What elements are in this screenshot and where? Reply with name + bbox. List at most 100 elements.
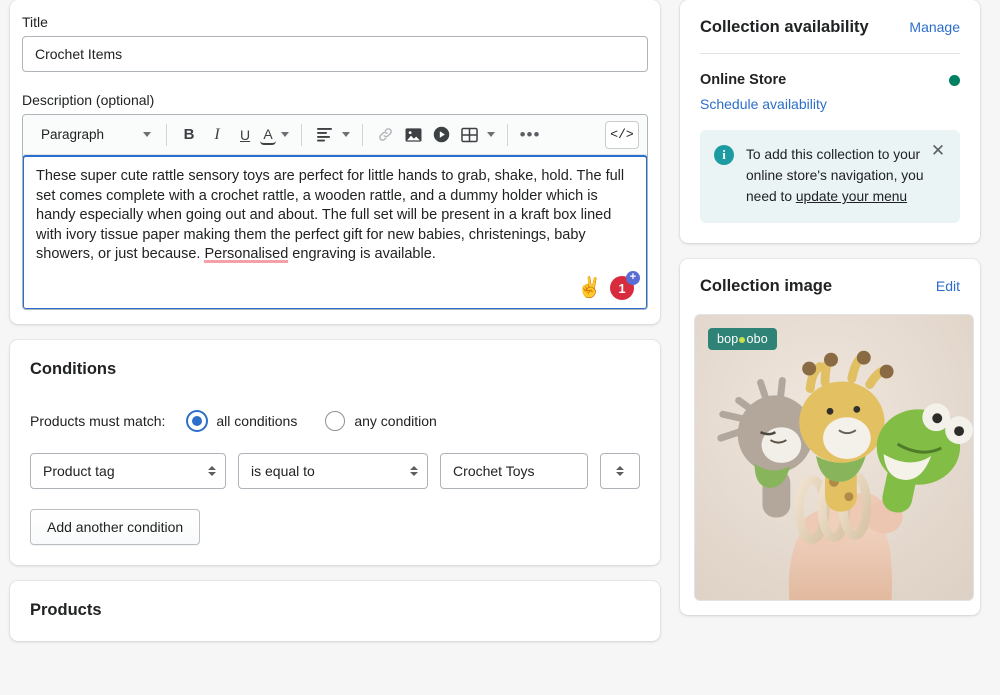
condition-value-input[interactable]: Crochet Toys xyxy=(440,453,589,489)
condition-field-value: Product tag xyxy=(43,463,115,479)
conditions-title: Conditions xyxy=(30,360,117,378)
description-text: These super cute rattle sensory toys are… xyxy=(36,167,634,265)
availability-header: Collection availability Manage xyxy=(700,18,960,37)
divider xyxy=(700,53,960,54)
products-card: Products xyxy=(10,581,660,641)
channel-name: Online Store xyxy=(700,72,787,88)
close-icon[interactable]: ✕ xyxy=(928,142,948,162)
editor-badges: ✌ 1 + xyxy=(577,271,640,300)
radio-all-conditions-label: all conditions xyxy=(216,413,298,429)
block-style-select[interactable]: Paragraph xyxy=(31,121,157,149)
misspelled-word: Personalised xyxy=(204,246,289,263)
radio-any-condition-label: any condition xyxy=(354,413,437,429)
align-dropdown[interactable] xyxy=(339,122,353,148)
notification-count: 1 xyxy=(618,280,626,296)
more-options-button[interactable]: ••• xyxy=(517,122,543,148)
radio-dot xyxy=(192,416,203,426)
products-title: Products xyxy=(30,601,102,619)
text-color-dropdown[interactable] xyxy=(278,122,292,148)
brand-dot-icon xyxy=(739,337,746,343)
brand-watermark: bop obo xyxy=(708,328,777,350)
notification-badge[interactable]: 1 + xyxy=(610,271,640,300)
radio-all-conditions-indicator xyxy=(187,411,208,431)
collection-image-thumbnail[interactable]: bop obo xyxy=(694,314,974,601)
banner-text: To add this collection to your online st… xyxy=(746,144,926,207)
title-field-block: Title xyxy=(22,12,648,72)
chevron-up-icon xyxy=(410,466,419,470)
brand-watermark-part1: bop xyxy=(717,332,739,346)
condition-value-text: Crochet Toys xyxy=(453,463,535,479)
chevron-down-icon xyxy=(208,472,216,476)
stepper-icon xyxy=(208,466,216,476)
divider xyxy=(301,123,302,146)
condition-value-stepper[interactable] xyxy=(600,453,640,489)
chevron-down-icon xyxy=(143,132,151,137)
title-description-card: Title Description (optional) Paragraph B xyxy=(10,0,660,324)
underline-label: U xyxy=(239,126,251,143)
underline-button[interactable]: U xyxy=(232,122,258,148)
text-color-button[interactable]: A xyxy=(260,125,276,145)
collection-image-card: Collection image Edit bop obo xyxy=(680,259,980,615)
chevron-down-icon xyxy=(281,132,289,137)
align-left-icon[interactable] xyxy=(311,122,337,148)
brand-watermark-part2: obo xyxy=(746,332,768,346)
add-another-condition-button[interactable]: Add another condition xyxy=(30,509,201,545)
block-style-label: Paragraph xyxy=(41,127,105,142)
condition-rule-row: Product tag is equal to Crochet Toys xyxy=(30,453,640,489)
collection-availability-card: Collection availability Manage Online St… xyxy=(680,0,980,243)
table-icon[interactable] xyxy=(456,122,482,148)
chevron-down-icon xyxy=(410,472,419,476)
divider xyxy=(507,123,508,146)
radio-any-condition-indicator xyxy=(325,411,346,431)
availability-channel-row: Online Store xyxy=(700,72,960,88)
chevron-down-icon xyxy=(616,472,625,476)
divider xyxy=(362,123,363,146)
code-icon: </> xyxy=(610,127,634,142)
chevron-up-icon xyxy=(208,466,216,470)
more-dots-icon: ••• xyxy=(519,124,541,144)
match-mode-row: Products must match: all conditions any … xyxy=(30,411,640,431)
code-view-button[interactable]: </> xyxy=(605,120,639,149)
radio-any-condition[interactable]: any condition xyxy=(325,411,437,431)
match-label: Products must match: xyxy=(30,413,166,429)
plus-icon: + xyxy=(626,271,640,285)
title-label: Title xyxy=(22,14,48,30)
radio-all-conditions[interactable]: all conditions xyxy=(187,411,297,431)
bold-button[interactable]: B xyxy=(176,122,202,148)
description-text-after: engraving is available. xyxy=(288,246,436,262)
description-field-block: Description (optional) Paragraph B I U A… xyxy=(22,90,648,310)
bold-label: B xyxy=(183,126,195,143)
chevron-up-icon xyxy=(616,466,625,470)
table-dropdown[interactable] xyxy=(484,122,498,148)
title-input[interactable] xyxy=(22,36,648,72)
editor-toolbar: Paragraph B I U A ••• </> xyxy=(23,115,647,155)
chevron-down-icon xyxy=(487,132,495,137)
main-column: Title Description (optional) Paragraph B xyxy=(0,0,660,695)
conditions-card: Conditions Products must match: all cond… xyxy=(10,340,660,565)
description-label: Description (optional) xyxy=(22,92,155,108)
manage-link[interactable]: Manage xyxy=(909,19,960,35)
sidebar-column: Collection availability Manage Online St… xyxy=(680,0,990,695)
stepper-icon xyxy=(616,466,625,476)
video-icon[interactable] xyxy=(428,122,454,148)
rich-text-editor: Paragraph B I U A ••• </> These super cu… xyxy=(22,114,648,310)
collection-image-header: Collection image Edit xyxy=(694,277,966,296)
stepper-icon xyxy=(410,466,419,476)
italic-button[interactable]: I xyxy=(204,122,230,148)
description-editor-body[interactable]: These super cute rattle sensory toys are… xyxy=(23,155,647,309)
crochet-rattles-photo xyxy=(695,315,973,600)
condition-field-select[interactable]: Product tag xyxy=(30,453,226,489)
condition-operator-select[interactable]: is equal to xyxy=(238,453,429,489)
image-icon[interactable] xyxy=(400,122,426,148)
collection-editor-page: Title Description (optional) Paragraph B xyxy=(0,0,1000,695)
schedule-availability-link[interactable]: Schedule availability xyxy=(700,96,960,112)
italic-label: I xyxy=(214,125,220,143)
collection-image-title: Collection image xyxy=(700,277,833,295)
link-icon[interactable] xyxy=(372,122,398,148)
info-icon: i xyxy=(714,145,734,165)
edit-image-link[interactable]: Edit xyxy=(936,278,960,294)
availability-title: Collection availability xyxy=(700,18,869,36)
update-menu-link[interactable]: update your menu xyxy=(796,189,907,204)
status-badge xyxy=(949,74,960,86)
peace-hand-icon[interactable]: ✌ xyxy=(577,278,602,298)
